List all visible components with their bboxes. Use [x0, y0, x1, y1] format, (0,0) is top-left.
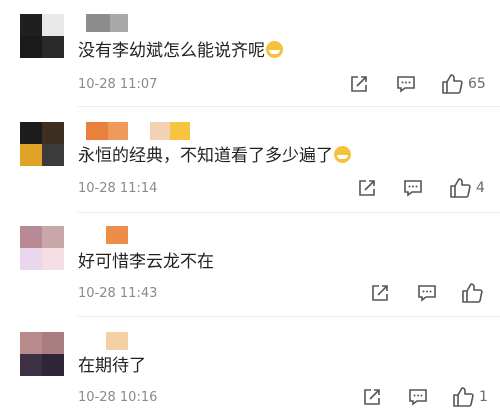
share-icon[interactable] [357, 178, 377, 198]
comment-text: 没有李幼斌怎么能说齐呢 [78, 40, 283, 62]
comment-icon[interactable] [403, 178, 423, 198]
comment-time: 10-28 11:14 [78, 181, 158, 196]
comment-text: 好可惜李云龙不在 [78, 252, 214, 272]
avatar[interactable] [20, 14, 64, 58]
like-count: 1 [479, 389, 488, 405]
divider [78, 316, 500, 317]
comment-time: 10-28 11:07 [78, 77, 158, 92]
like-count: 65 [468, 76, 486, 92]
thumbs-up-icon[interactable] [452, 386, 474, 407]
comment-text: 在期待了 [78, 356, 146, 376]
grinning-emoji [334, 146, 351, 163]
thumbs-up-icon[interactable] [449, 177, 471, 198]
like-count: 4 [476, 180, 485, 196]
comment-icon[interactable] [417, 283, 437, 303]
avatar[interactable] [20, 332, 64, 376]
laughing-tears-emoji [266, 41, 283, 58]
comment-time: 10-28 10:16 [78, 390, 158, 405]
thumbs-up-icon[interactable] [441, 73, 463, 94]
comment-time: 10-28 11:43 [78, 286, 158, 301]
thumbs-up-icon[interactable] [461, 282, 483, 303]
share-icon[interactable] [370, 283, 390, 303]
avatar[interactable] [20, 122, 64, 166]
avatar[interactable] [20, 226, 64, 270]
share-icon[interactable] [362, 387, 382, 407]
divider [78, 106, 500, 107]
divider [78, 212, 500, 213]
comment-icon[interactable] [408, 387, 428, 407]
comment-icon[interactable] [396, 74, 416, 94]
comment-text: 永恒的经典，不知道看了多少遍了 [78, 145, 351, 167]
share-icon[interactable] [349, 74, 369, 94]
